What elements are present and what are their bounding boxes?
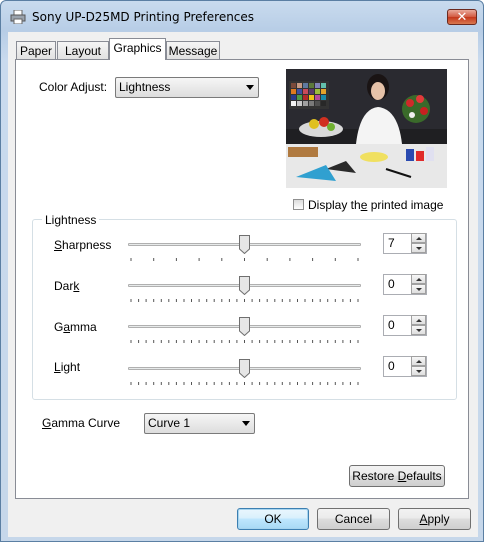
display-printed-image-label[interactable]: Display the printed image xyxy=(308,198,443,212)
sharpness-slider-thumb[interactable] xyxy=(239,235,250,254)
sharpness-label: Sharpness xyxy=(54,238,112,252)
arrow-down-icon xyxy=(416,329,422,332)
graphics-tab-panel: Color Adjust: Lightness Display the prin… xyxy=(15,59,469,499)
light-slider-thumb[interactable] xyxy=(239,359,250,378)
light-label: Light xyxy=(54,360,81,374)
restore-defaults-button[interactable]: Restore Defaults xyxy=(349,465,445,487)
chevron-down-icon xyxy=(246,85,254,90)
lightness-group-title: Lightness xyxy=(42,213,100,227)
gamma-ticks xyxy=(130,340,359,343)
ok-button[interactable]: OK xyxy=(237,508,309,530)
arrow-up-icon xyxy=(416,360,422,363)
color-adjust-label: Color Adjust: xyxy=(39,80,108,94)
color-adjust-value: Lightness xyxy=(119,80,171,94)
dialog-body: Paper Layout Graphics Message Color Adju… xyxy=(8,32,478,537)
arrow-up-icon xyxy=(416,237,422,240)
sharpness-spin xyxy=(411,233,427,254)
gamma-spin-up-button[interactable] xyxy=(411,315,426,325)
gamma-spin xyxy=(411,315,427,336)
sharpness-ticks xyxy=(130,258,359,261)
light-ticks xyxy=(130,382,359,385)
gamma-curve-value: Curve 1 xyxy=(148,416,191,430)
gamma-curve-dropdown[interactable]: Curve 1 xyxy=(144,413,255,434)
gamma-label: Gamma xyxy=(54,320,97,334)
dark-slider-thumb[interactable] xyxy=(239,276,250,295)
dark-ticks xyxy=(130,299,359,302)
dark-spin xyxy=(411,274,427,295)
light-spin xyxy=(411,356,427,377)
sharpness-spin-down-button[interactable] xyxy=(411,243,426,253)
apply-button[interactable]: Apply xyxy=(398,508,471,530)
arrow-down-icon xyxy=(416,288,422,291)
arrow-up-icon xyxy=(416,319,422,322)
gamma-spin-down-button[interactable] xyxy=(411,325,426,335)
chevron-down-icon xyxy=(242,421,250,426)
gamma-curve-label: Gamma Curve xyxy=(42,416,121,430)
dark-label: Dark xyxy=(54,279,80,293)
arrow-down-icon xyxy=(416,370,422,373)
arrow-up-icon xyxy=(416,278,422,281)
display-printed-image-checkbox[interactable] xyxy=(293,199,304,210)
arrow-down-icon xyxy=(416,247,422,250)
preview-image xyxy=(286,69,447,188)
printing-preferences-window: Sony UP-D25MD Printing Preferences ✕ Pap… xyxy=(0,0,484,542)
tab-graphics[interactable]: Graphics xyxy=(109,38,166,60)
cancel-button[interactable]: Cancel xyxy=(317,508,390,530)
color-adjust-dropdown[interactable]: Lightness xyxy=(115,77,259,98)
gamma-slider-thumb[interactable] xyxy=(239,317,250,336)
dark-spin-down-button[interactable] xyxy=(411,284,426,294)
light-spin-up-button[interactable] xyxy=(411,356,426,366)
light-spin-down-button[interactable] xyxy=(411,366,426,376)
dark-spin-up-button[interactable] xyxy=(411,274,426,284)
sharpness-spin-up-button[interactable] xyxy=(411,233,426,243)
